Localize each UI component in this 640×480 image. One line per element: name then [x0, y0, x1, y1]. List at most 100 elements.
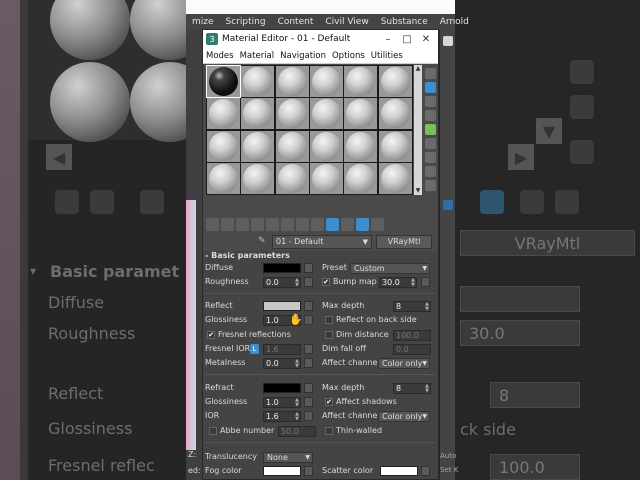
material-sample-slot[interactable]: [207, 162, 240, 194]
material-sample-slot[interactable]: [275, 162, 309, 194]
material-sample-slot[interactable]: [344, 66, 378, 97]
rollout-header[interactable]: - Basic parameters: [205, 251, 290, 260]
max-menu-item[interactable]: Civil View: [319, 17, 374, 27]
scatter-color-map-button[interactable]: [421, 466, 430, 476]
panel-icon[interactable]: [443, 200, 453, 210]
diffuse-map-button[interactable]: [304, 263, 313, 273]
reflect-max-depth-spinner[interactable]: 8 ▲ ▼: [393, 301, 431, 312]
abbe-number-spinner[interactable]: 50.0: [278, 426, 316, 437]
minimize-button[interactable]: –: [381, 34, 395, 45]
material-sample-slot[interactable]: [378, 66, 412, 97]
scroll-up-icon[interactable]: ▲: [414, 65, 422, 73]
refract-map-button[interactable]: [304, 383, 313, 393]
reflect-color-swatch[interactable]: [263, 301, 301, 311]
ior-map-button[interactable]: [304, 411, 313, 421]
refract-glossiness-map-button[interactable]: [304, 397, 313, 407]
show-shaded-icon[interactable]: [326, 217, 339, 231]
close-button[interactable]: ✕: [419, 34, 433, 45]
max-menu-item[interactable]: Scripting: [220, 17, 272, 27]
menu-options[interactable]: Options: [329, 51, 368, 61]
material-sample-slot[interactable]: [275, 66, 309, 97]
material-sample-slot[interactable]: [275, 130, 309, 162]
material-sample-slot[interactable]: [344, 130, 378, 162]
material-sample-slot[interactable]: [378, 162, 412, 194]
material-type-button[interactable]: VRayMtl: [376, 235, 432, 249]
material-sample-slot[interactable]: [275, 98, 309, 130]
video-color-check-icon[interactable]: [425, 124, 436, 135]
ior-spinner[interactable]: 1.6 ▲ ▼: [263, 411, 301, 422]
menu-navigation[interactable]: Navigation: [277, 51, 329, 61]
background-pattern-icon[interactable]: [425, 96, 436, 107]
sample-uv-icon[interactable]: [425, 110, 436, 121]
material-sample-slot[interactable]: [378, 130, 412, 162]
material-sample-slot[interactable]: [207, 98, 240, 130]
fresnel-checkbox[interactable]: ✔: [207, 331, 215, 339]
refract-max-depth-spinner[interactable]: 8 ▲ ▼: [393, 383, 431, 394]
glossiness-map-button[interactable]: [304, 315, 313, 325]
backlight-icon[interactable]: [425, 82, 436, 93]
make-unique-icon[interactable]: [281, 217, 294, 231]
metalness-map-button[interactable]: [304, 358, 313, 368]
make-copy-icon[interactable]: [266, 217, 279, 231]
max-menu-item[interactable]: Content: [272, 17, 320, 27]
reflect-affect-channels-dropdown[interactable]: Color only ▼: [378, 358, 430, 369]
fresnel-ior-map-button[interactable]: [304, 344, 313, 354]
material-sample-slot[interactable]: [241, 162, 275, 194]
go-to-parent-icon[interactable]: [356, 217, 369, 231]
get-material-icon[interactable]: [206, 217, 219, 231]
material-sample-slot[interactable]: [309, 162, 343, 194]
reflect-map-button[interactable]: [304, 301, 313, 311]
make-preview-icon[interactable]: [425, 138, 436, 149]
material-navigator-icon[interactable]: [425, 180, 436, 191]
material-sample-slot[interactable]: [344, 162, 378, 194]
scatter-color-swatch[interactable]: [380, 466, 418, 476]
panel-icon[interactable]: [443, 36, 453, 46]
show-end-result-icon[interactable]: [341, 217, 354, 231]
bump-map-spinner[interactable]: 30.0 ▲ ▼: [379, 277, 417, 288]
metalness-spinner[interactable]: 0.0 ▲ ▼: [263, 358, 301, 369]
maximize-button[interactable]: □: [400, 34, 414, 45]
scroll-down-icon[interactable]: ▼: [414, 187, 422, 195]
material-sample-slot[interactable]: [378, 98, 412, 130]
material-name-field[interactable]: 01 - Default ▼: [272, 235, 372, 249]
material-id-icon[interactable]: [311, 217, 324, 231]
material-sample-slot[interactable]: [207, 130, 240, 162]
max-menu-item[interactable]: Arnold: [434, 17, 475, 27]
select-by-material-icon[interactable]: [425, 166, 436, 177]
material-sample-slot[interactable]: [206, 65, 241, 98]
roughness-map-button[interactable]: [304, 277, 313, 287]
abbe-number-checkbox[interactable]: [209, 427, 217, 435]
menu-utilities[interactable]: Utilities: [368, 51, 406, 61]
roughness-spinner[interactable]: 0.0 ▲ ▼: [263, 277, 301, 288]
translucency-dropdown[interactable]: None ▼: [263, 452, 313, 463]
put-to-library-icon[interactable]: [296, 217, 309, 231]
fresnel-ior-lock-button[interactable]: L: [250, 344, 259, 354]
refract-color-swatch[interactable]: [263, 383, 301, 393]
slots-scrollbar[interactable]: ▲ ▼: [414, 65, 422, 195]
material-sample-slot[interactable]: [344, 98, 378, 130]
sample-type-icon[interactable]: [425, 68, 436, 79]
diffuse-color-swatch[interactable]: [263, 263, 301, 273]
material-sample-slot[interactable]: [241, 130, 275, 162]
bump-map-button[interactable]: [421, 277, 430, 287]
material-sample-slot[interactable]: [309, 98, 343, 130]
assign-to-selection-icon[interactable]: [236, 217, 249, 231]
affect-shadows-checkbox[interactable]: ✔: [325, 398, 333, 406]
material-sample-slot[interactable]: [309, 130, 343, 162]
reset-map-icon[interactable]: [251, 217, 264, 231]
refract-affect-channels-dropdown[interactable]: Color only ▼: [378, 411, 430, 422]
eyedropper-icon[interactable]: ✎: [258, 236, 268, 246]
reflect-back-side-checkbox[interactable]: [325, 316, 333, 324]
fresnel-ior-spinner[interactable]: 1.6: [263, 344, 301, 355]
thin-walled-checkbox[interactable]: [325, 427, 333, 435]
bump-map-checkbox[interactable]: ✔: [322, 278, 330, 286]
dim-distance-spinner[interactable]: 100.0: [393, 330, 431, 341]
fog-color-map-button[interactable]: [304, 466, 313, 476]
dim-fall-off-spinner[interactable]: 0.0: [393, 344, 431, 355]
options-icon[interactable]: [425, 152, 436, 163]
put-to-scene-icon[interactable]: [221, 217, 234, 231]
material-sample-slot[interactable]: [309, 66, 343, 97]
menu-modes[interactable]: Modes: [203, 51, 237, 61]
refract-glossiness-spinner[interactable]: 1.0 ▲ ▼: [263, 397, 301, 408]
dim-distance-checkbox[interactable]: [325, 331, 333, 339]
